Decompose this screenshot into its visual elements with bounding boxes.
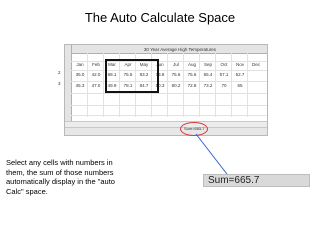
header-cell[interactable]: Feb (89, 62, 103, 67)
slide-title: The Auto Calculate Space (84, 10, 236, 25)
row-marker-2: 2 (58, 70, 61, 75)
header-cell[interactable]: Dec (249, 62, 263, 67)
header-cell[interactable]: Sep (201, 62, 215, 67)
sheet-chart-title: 30 Year Average High Temperatures (143, 47, 217, 52)
row-marker-3: 3 (58, 81, 61, 86)
data-cell[interactable]: 65 (233, 83, 247, 88)
data-cell[interactable]: 70 (217, 83, 231, 88)
data-cell[interactable]: 75.6 (169, 72, 183, 77)
header-cell[interactable]: Jul (169, 62, 183, 67)
sum-value: Sum=665.7 (208, 175, 260, 186)
data-cell[interactable]: 80.2 (169, 83, 183, 88)
data-cell[interactable]: 52.7 (233, 72, 247, 77)
data-cell[interactable]: 47.0 (89, 83, 103, 88)
header-cell[interactable]: Aug (185, 62, 199, 67)
cell-selection-box (105, 59, 159, 93)
data-cell[interactable]: 65.4 (201, 72, 215, 77)
header-cell[interactable]: Oct (217, 62, 231, 67)
data-cell[interactable]: 72.8 (185, 83, 199, 88)
status-sum-small: Sum=665.7 (184, 126, 205, 131)
instruction-caption: Select any cells with numbers in them, t… (6, 158, 115, 196)
data-cell[interactable]: 73.2 (201, 83, 215, 88)
data-cell[interactable]: 35.0 (73, 72, 87, 77)
data-cell[interactable]: 57.1 (217, 72, 231, 77)
header-cell[interactable]: Jan (73, 62, 87, 67)
auto-calc-sum-display: Sum=665.7 (203, 174, 310, 187)
data-cell[interactable]: 45.3 (73, 83, 87, 88)
status-bar (65, 127, 267, 135)
header-cell[interactable]: Nov (233, 62, 247, 67)
data-cell[interactable]: 75.6 (185, 72, 199, 77)
spreadsheet-screenshot: 30 Year Average High Temperatures Jan Fe… (64, 44, 268, 136)
data-cell[interactable]: 42.0 (89, 72, 103, 77)
